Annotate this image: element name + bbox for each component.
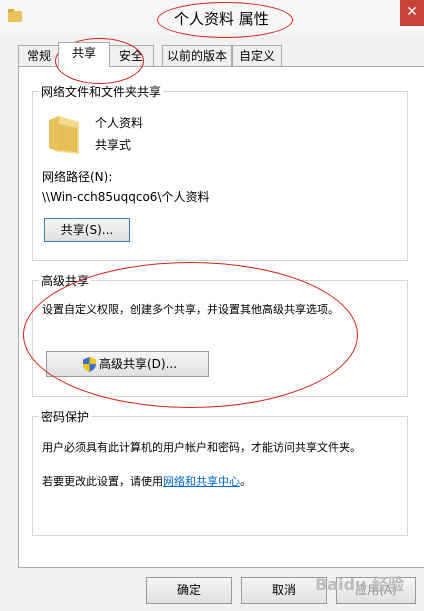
cancel-button[interactable]: 取消 — [241, 577, 327, 604]
advanced-sharing-title: 高级共享 — [39, 272, 92, 289]
folder-icon — [49, 116, 79, 154]
window-title: 个人资料 属性 — [174, 10, 269, 28]
tab-previous-versions[interactable]: 以前的版本 — [162, 45, 232, 66]
share-status: 共享式 — [95, 138, 132, 152]
tab-sharing[interactable]: 共享 — [58, 42, 110, 67]
close-button[interactable]: ✕ — [400, 0, 424, 26]
title-bar: 个人资料 属性 ✕ — [0, 0, 424, 35]
tab-customize[interactable]: 自定义 — [232, 45, 282, 66]
password-protection-title: 密码保护 — [39, 408, 92, 425]
share-button[interactable]: 共享(S)... — [44, 218, 130, 242]
advanced-sharing-button[interactable]: 高级共享(D)... — [46, 351, 209, 377]
tab-general[interactable]: 常规 — [18, 45, 60, 66]
password-protection-description: 用户必须具有此计算机的用户帐户和密码，才能访问共享文件夹。 — [42, 441, 361, 454]
network-sharing-title: 网络文件和文件夹共享 — [39, 83, 164, 100]
network-path-value: \\Win-cch85uqqco6\个人资料 — [42, 190, 210, 204]
watermark: Baidu 经验 — [315, 575, 404, 594]
change-setting-text: 若要更改此设置，请使用网络和共享中心。 — [42, 475, 251, 488]
password-protection-group: 密码保护 用户必须具有此计算机的用户帐户和密码，才能访问共享文件夹。 若要更改此… — [32, 408, 408, 536]
ok-button[interactable]: 确定 — [146, 577, 232, 604]
network-sharing-center-link[interactable]: 网络和共享中心 — [163, 475, 240, 488]
advanced-sharing-description: 设置自定义权限，创建多个共享，并设置其他高级共享选项。 — [42, 303, 339, 316]
folder-icon — [8, 9, 22, 22]
tab-security[interactable]: 安全 — [108, 45, 154, 66]
network-path-label: 网络路径(N): — [42, 170, 113, 184]
folder-name: 个人资料 — [95, 116, 144, 130]
advanced-sharing-group: 高级共享 设置自定义权限，创建多个共享，并设置其他高级共享选项。 高级共享(D)… — [32, 272, 408, 397]
sharing-panel: 网络文件和文件夹共享 个人资料 共享式 网络路径(N): \\Win-cch85… — [18, 66, 424, 568]
close-icon: ✕ — [406, 4, 418, 20]
network-sharing-group: 网络文件和文件夹共享 个人资料 共享式 网络路径(N): \\Win-cch85… — [32, 83, 408, 261]
shield-icon — [83, 357, 96, 372]
